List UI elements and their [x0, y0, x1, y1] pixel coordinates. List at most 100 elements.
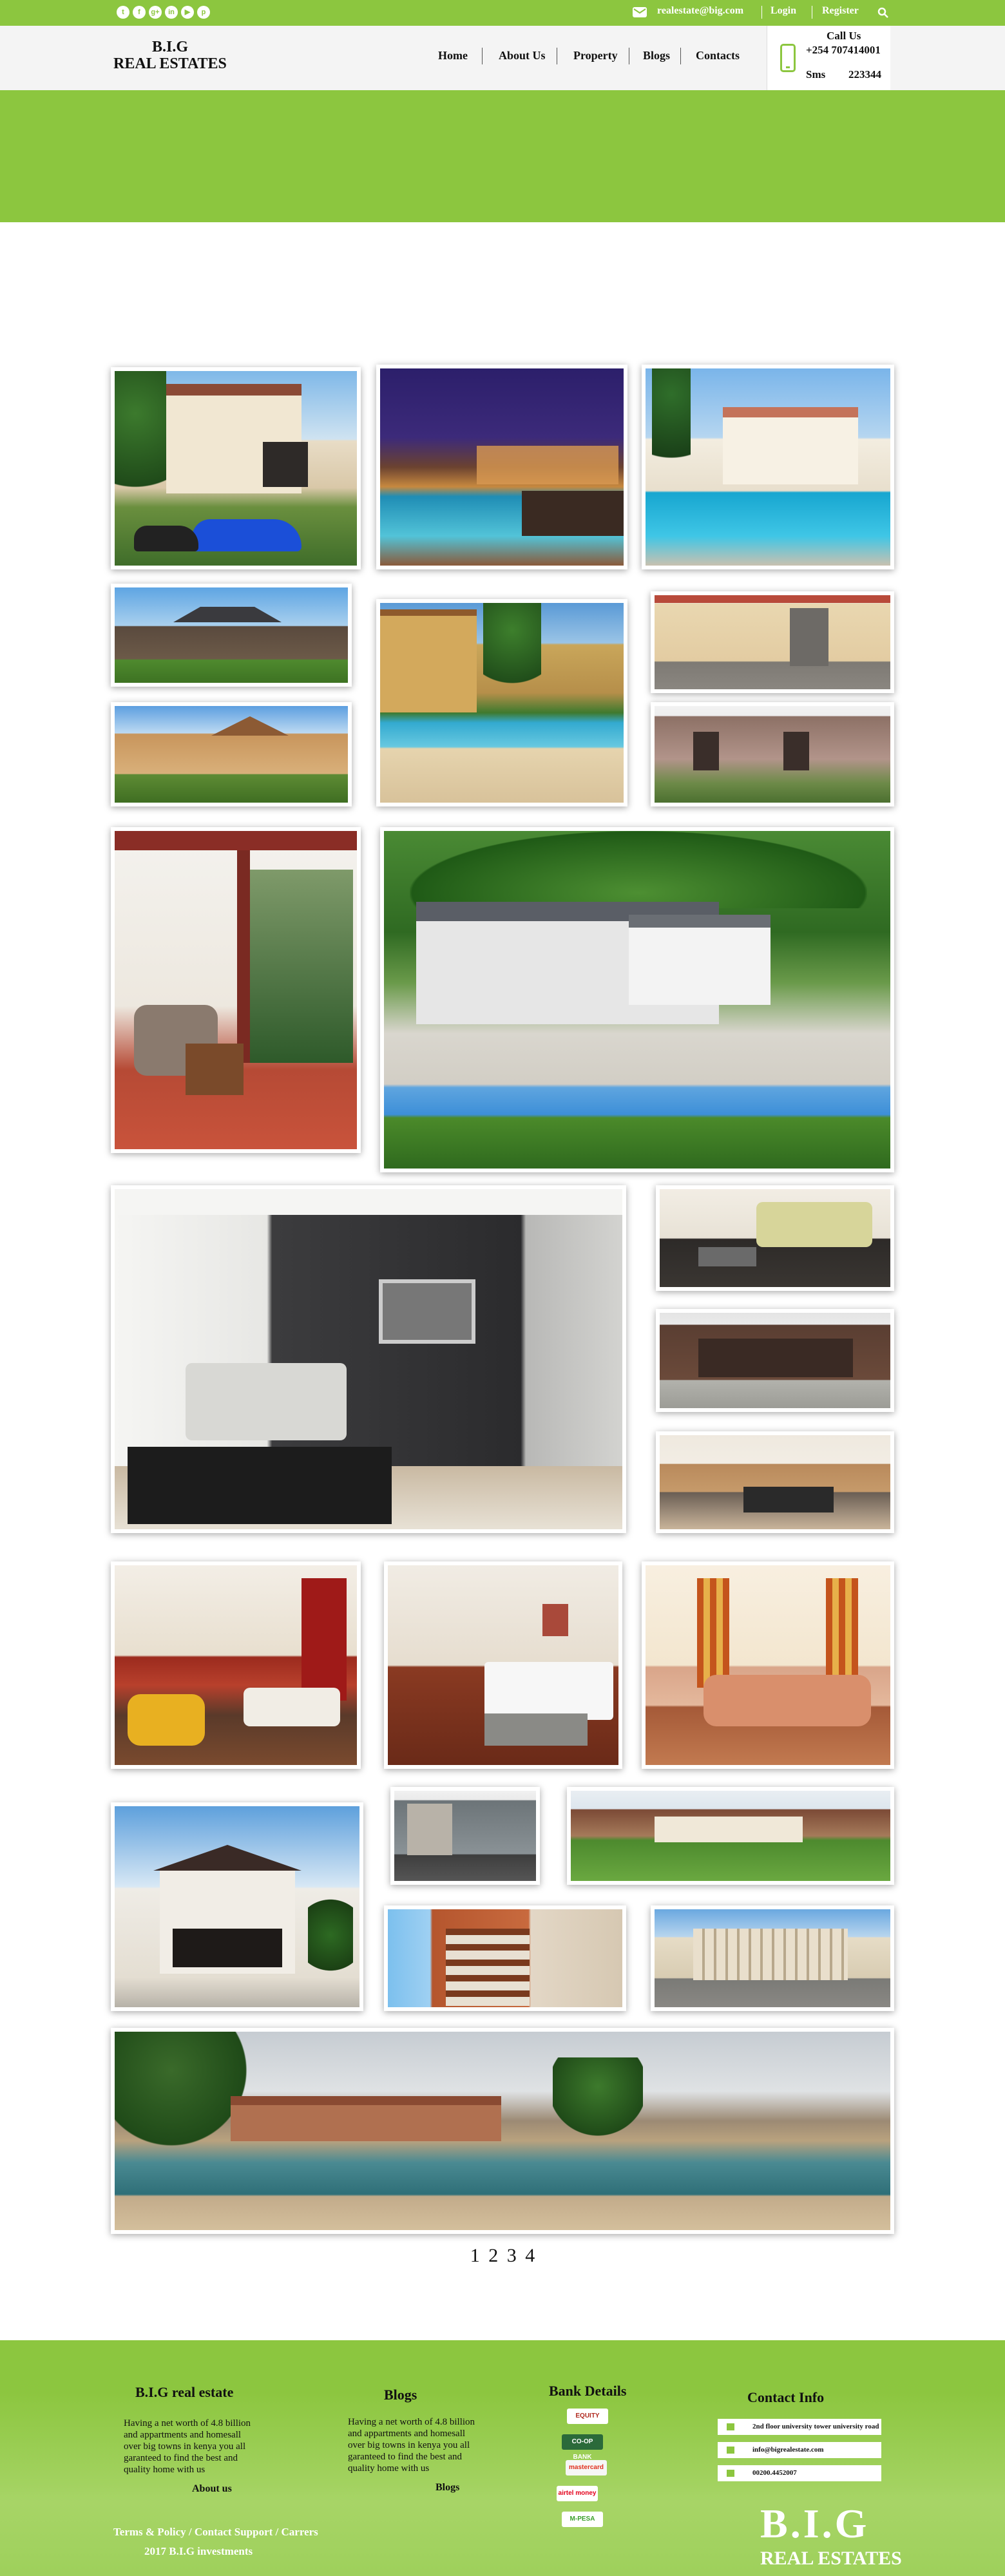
- mpesa-logo: M-PESA: [562, 2512, 603, 2527]
- linkedin-icon[interactable]: in: [165, 6, 178, 19]
- gallery-item[interactable]: [376, 599, 627, 806]
- phone-number[interactable]: +254 707414001: [806, 44, 881, 57]
- contact-address: 2nd floor university tower university ro…: [718, 2419, 881, 2435]
- photo: [380, 603, 624, 803]
- register-link[interactable]: Register: [822, 5, 859, 17]
- photo: [115, 587, 348, 683]
- mastercard-logo: mastercard: [566, 2460, 607, 2476]
- page-link-2[interactable]: 2: [488, 2245, 498, 2266]
- photo: [646, 368, 890, 566]
- coop-bank-logo: CO-OP BANK: [562, 2434, 603, 2461]
- photo: [655, 706, 890, 803]
- divider: [680, 48, 681, 64]
- airtel-money-logo: airtel money: [557, 2486, 598, 2501]
- login-link[interactable]: Login: [770, 5, 796, 17]
- email-link[interactable]: realestate@big.com: [657, 5, 743, 17]
- footer-logo: B.I.G: [760, 2501, 870, 2546]
- photo: [115, 706, 348, 803]
- gallery-item[interactable]: [656, 1431, 894, 1533]
- gallery-item[interactable]: [390, 1787, 540, 1885]
- nav-property[interactable]: Property: [573, 49, 618, 62]
- photo: [115, 1189, 622, 1529]
- gallery-item[interactable]: [384, 1905, 626, 2011]
- logo-top[interactable]: B.I.G: [152, 39, 188, 56]
- nav-about-us[interactable]: About Us: [499, 49, 546, 62]
- gallery-item[interactable]: [567, 1787, 894, 1885]
- copyright: 2017 B.I.G investments: [144, 2545, 253, 2557]
- email-icon: [727, 2447, 734, 2454]
- footer-about-link[interactable]: About us: [192, 2483, 232, 2495]
- phone-icon: [727, 2470, 734, 2477]
- pagination: 1 2 3 4: [0, 2245, 1005, 2267]
- photo: [388, 1565, 618, 1765]
- gallery-item[interactable]: [656, 1309, 894, 1412]
- nav-home[interactable]: Home: [438, 49, 468, 62]
- nav-contacts[interactable]: Contacts: [696, 49, 740, 62]
- photo: [394, 1791, 536, 1881]
- youtube-icon[interactable]: ▶: [181, 6, 194, 19]
- contact-email[interactable]: info@bigrealestate.com: [718, 2442, 881, 2458]
- gallery-item[interactable]: [111, 702, 352, 806]
- footer-blogs-text: Having a net worth of 4.8 billion and ap…: [348, 2417, 475, 2474]
- footer-contact-title: Contact Info: [747, 2389, 825, 2405]
- hero-banner: [0, 90, 1005, 222]
- sms-number[interactable]: 223344: [848, 68, 881, 81]
- footer-bottom-links[interactable]: Terms & Policy / Contact Support / Carre…: [113, 2526, 318, 2539]
- photo: [115, 1565, 357, 1765]
- facebook-icon[interactable]: f: [133, 6, 146, 19]
- gallery-item[interactable]: [111, 1802, 363, 2011]
- photo: [660, 1435, 890, 1529]
- footer-blogs-title: Blogs: [384, 2387, 417, 2403]
- footer-blogs-link[interactable]: Blogs: [436, 2482, 459, 2494]
- photo: [655, 1909, 890, 2007]
- photo: [571, 1791, 890, 1881]
- footer-logo-subtitle: REAL ESTATES: [760, 2548, 902, 2569]
- divider: [761, 6, 762, 19]
- sms-label: Sms: [806, 68, 826, 81]
- gallery-item[interactable]: [111, 2028, 894, 2234]
- gallery-item[interactable]: [111, 1185, 626, 1533]
- search-icon[interactable]: [877, 7, 889, 19]
- photo: [115, 2032, 890, 2230]
- page-link-1[interactable]: 1: [470, 2245, 480, 2266]
- photo: [384, 831, 890, 1169]
- contact-phone[interactable]: 00200.4452007: [718, 2465, 881, 2481]
- gallery-item[interactable]: [651, 1905, 894, 2011]
- nav-blogs[interactable]: Blogs: [643, 49, 670, 62]
- divider: [482, 48, 483, 64]
- call-us-box: Call Us +254 707414001 Sms 223344: [767, 26, 890, 90]
- photo: [115, 831, 357, 1149]
- google-plus-icon[interactable]: g+: [149, 6, 162, 19]
- photo: [646, 1565, 890, 1765]
- equity-logo: EQUITY: [567, 2409, 608, 2424]
- gallery-item[interactable]: [651, 591, 894, 693]
- footer-bank-title: Bank Details: [549, 2383, 627, 2399]
- gallery-item[interactable]: [111, 827, 361, 1153]
- gallery-item[interactable]: [380, 827, 894, 1172]
- page-link-3[interactable]: 3: [507, 2245, 517, 2266]
- photo: [655, 595, 890, 689]
- twitter-icon[interactable]: t: [117, 6, 129, 19]
- photo: [660, 1189, 890, 1287]
- gallery-item[interactable]: [656, 1185, 894, 1291]
- gallery-item[interactable]: [376, 365, 627, 569]
- site-footer: B.I.G real estate Having a net worth of …: [0, 2340, 1005, 2576]
- photo: [380, 368, 624, 566]
- page-link-4[interactable]: 4: [525, 2245, 535, 2266]
- footer-about-text: Having a net worth of 4.8 billion and ap…: [124, 2418, 251, 2475]
- footer-about-title: B.I.G real estate: [135, 2384, 234, 2400]
- gallery-item[interactable]: [111, 584, 352, 687]
- site-header: B.I.G REAL ESTATES Home About Us Propert…: [0, 26, 1005, 90]
- gallery-item[interactable]: [651, 702, 894, 806]
- phone-icon: [780, 44, 796, 72]
- photo: [115, 371, 357, 566]
- email-icon: [633, 7, 647, 17]
- gallery-item[interactable]: [111, 367, 361, 569]
- gallery-item[interactable]: [384, 1561, 622, 1769]
- photo: [660, 1313, 890, 1408]
- gallery-item[interactable]: [642, 1561, 894, 1769]
- gallery-item[interactable]: [642, 365, 894, 569]
- logo-bottom[interactable]: REAL ESTATES: [113, 55, 227, 73]
- gallery-item[interactable]: [111, 1561, 361, 1769]
- pinterest-icon[interactable]: p: [197, 6, 210, 19]
